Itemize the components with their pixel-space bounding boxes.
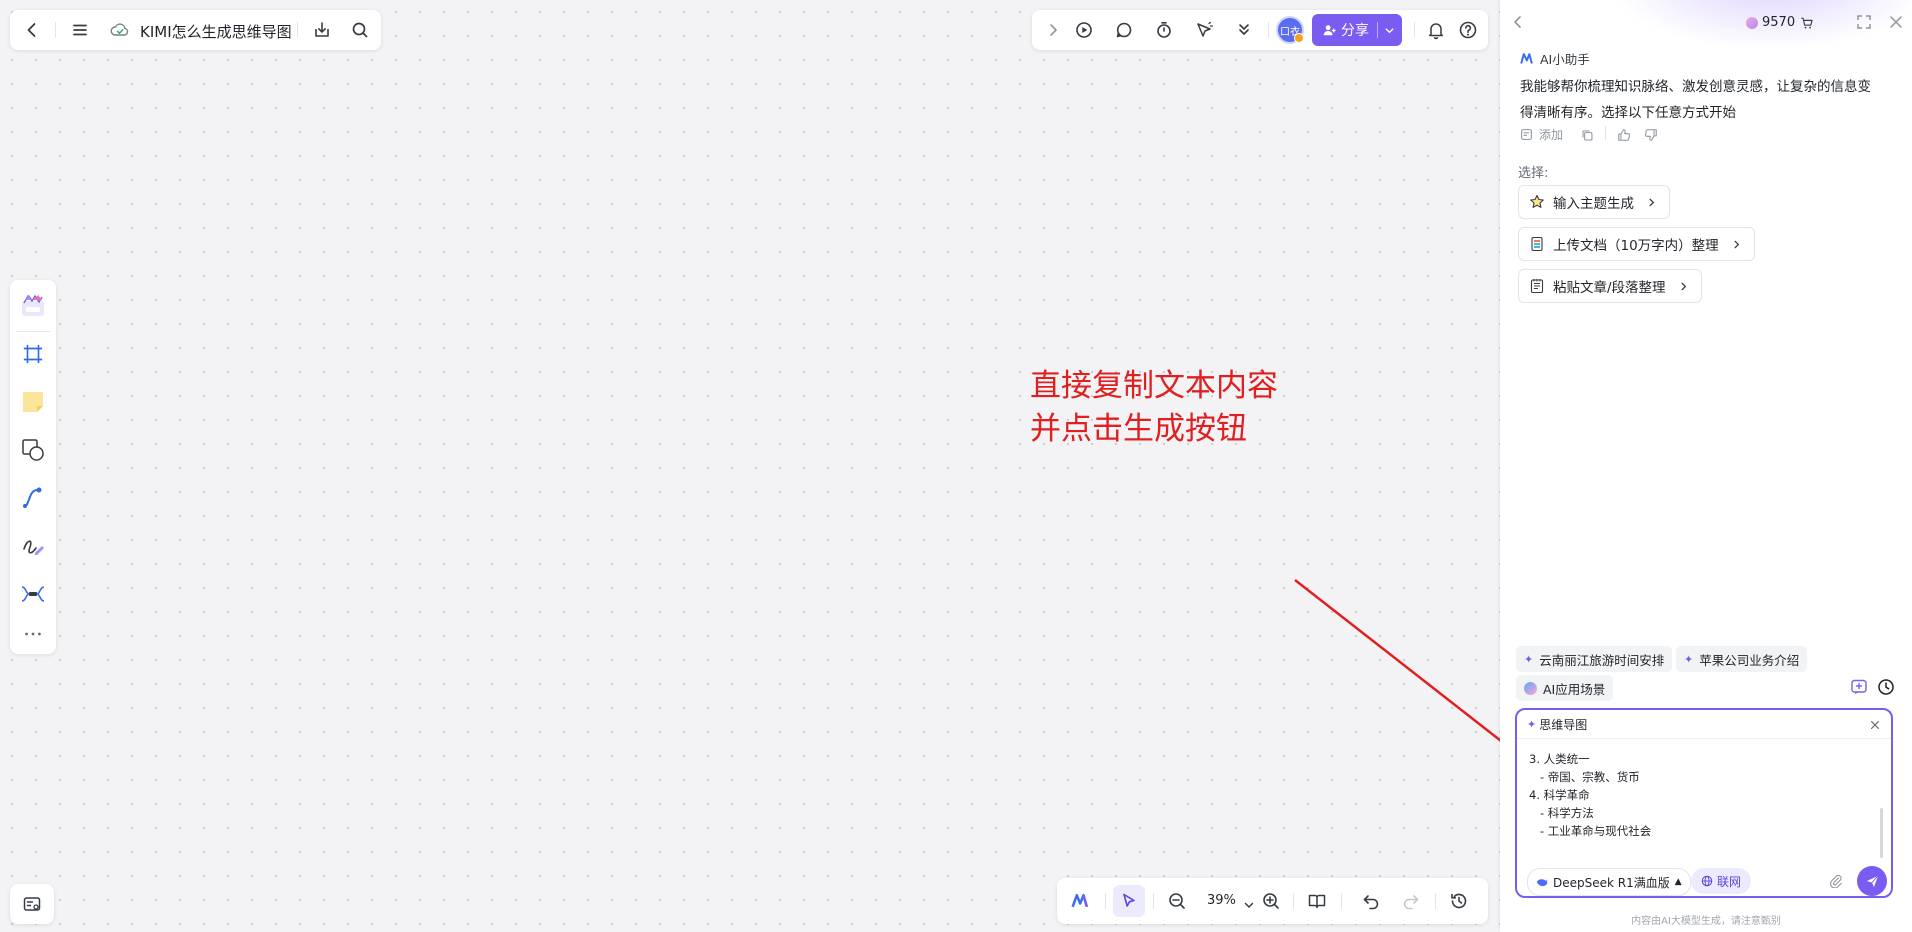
suggestion-label: 苹果公司业务介绍 [1699,652,1800,668]
deepseek-whale-icon [1536,876,1548,888]
caret-up-icon: ▲ [1674,877,1682,887]
attachment-paperclip-icon[interactable] [1828,873,1844,889]
send-button[interactable] [1857,866,1887,896]
close-mode-icon[interactable] [1869,716,1883,730]
ai-scene-icon [1524,681,1537,695]
assistant-logo-icon [1520,50,1535,64]
ai-scene-label: AI应用场景 [1543,681,1606,697]
model-selector[interactable]: DeepSeek R1满血版 ▲ [1527,868,1691,896]
suggestion-chip[interactable]: ✦ 苹果公司业务介绍 [1676,646,1808,672]
globe-icon [1701,875,1713,887]
chat-input-textarea[interactable]: 3. 人类统一 - 帝国、宗教、货币 4. 科学革命 - 科学方法 - 工业革命… [1529,750,1869,840]
mode-tag-label: 思维导图 [1539,718,1588,732]
choice-label: 粘贴文章/段落整理 [1553,280,1666,296]
add-canvas-icon [1521,129,1532,140]
web-label: 联网 [1717,874,1742,889]
ai-assistant-panel: 9570 AI小助手 我能够帮你梳理知识脉络、激发创意灵感，让复杂的信息变 得清… [1500,0,1912,932]
choice-topic-generate[interactable]: 输入主题生成 [1518,185,1670,219]
panel-back-icon[interactable] [1504,8,1532,36]
sparkle-icon: ✦ [1527,718,1537,731]
web-search-toggle[interactable]: 联网 [1691,868,1752,894]
ai-scene-button[interactable]: AI应用场景 [1516,675,1614,701]
chevron-right-icon [1681,282,1686,290]
assistant-intro: 我能够帮你梳理知识脉络、激发创意灵感，让复杂的信息变 得清晰有序。选择以下任意方… [1520,74,1871,126]
send-icon [1866,875,1878,887]
chat-input-box: ✦ 思维导图 3. 人类统一 - 帝国、宗教、货币 4. 科学革命 - 科学方法… [1515,708,1893,898]
chevron-right-icon [1734,240,1739,248]
model-label: DeepSeek R1满血版 [1553,875,1670,890]
close-panel-icon[interactable] [1882,8,1910,36]
choice-label: 输入主题生成 [1553,196,1634,212]
chevron-right-icon [1649,198,1655,206]
assistant-name: AI小助手 [1540,52,1590,67]
choice-upload-document[interactable]: 上传文档（10万字内）整理 [1518,227,1755,261]
thumbs-down-icon[interactable] [1644,127,1658,141]
new-chat-icon[interactable] [1850,678,1868,696]
cart-icon [1801,17,1813,29]
credits-display[interactable]: 9570 [1746,15,1814,30]
suggestion-chip[interactable]: ✦ 云南丽江旅游时间安排 [1516,646,1673,672]
sparkle-icon: ✦ [1524,652,1534,666]
intro-line-1: 我能够帮你梳理知识脉络、激发创意灵感，让复杂的信息变 [1520,79,1871,95]
copy-icon[interactable] [1581,127,1594,141]
credits-value: 9570 [1762,15,1796,30]
textarea-scrollbar[interactable] [1880,808,1883,858]
mode-tag[interactable]: ✦ 思维导图 [1527,716,1587,733]
chat-history-icon[interactable] [1877,678,1895,696]
suggestion-label: 云南丽江旅游时间安排 [1539,652,1665,668]
star-icon [1530,194,1544,208]
credit-coin-icon [1746,16,1758,29]
intro-line-2: 得清晰有序。选择以下任意方式开始 [1520,105,1736,121]
document-stack-icon [1531,236,1543,252]
choice-paste-article[interactable]: 粘贴文章/段落整理 [1518,269,1702,303]
notepad-icon [1530,279,1544,294]
select-label: 选择: [1518,166,1549,181]
add-label: 添加 [1539,128,1564,142]
add-to-canvas-button[interactable]: 添加 [1520,126,1563,143]
thumbs-up-icon[interactable] [1617,127,1631,141]
ai-disclaimer: 内容由AI大模型生成，请注意甄别 [1631,916,1781,927]
sparkle-icon: ✦ [1684,652,1694,666]
choice-label: 上传文档（10万字内）整理 [1553,238,1719,254]
expand-icon[interactable] [1850,8,1878,36]
arrow-to-input [1294,579,1521,757]
